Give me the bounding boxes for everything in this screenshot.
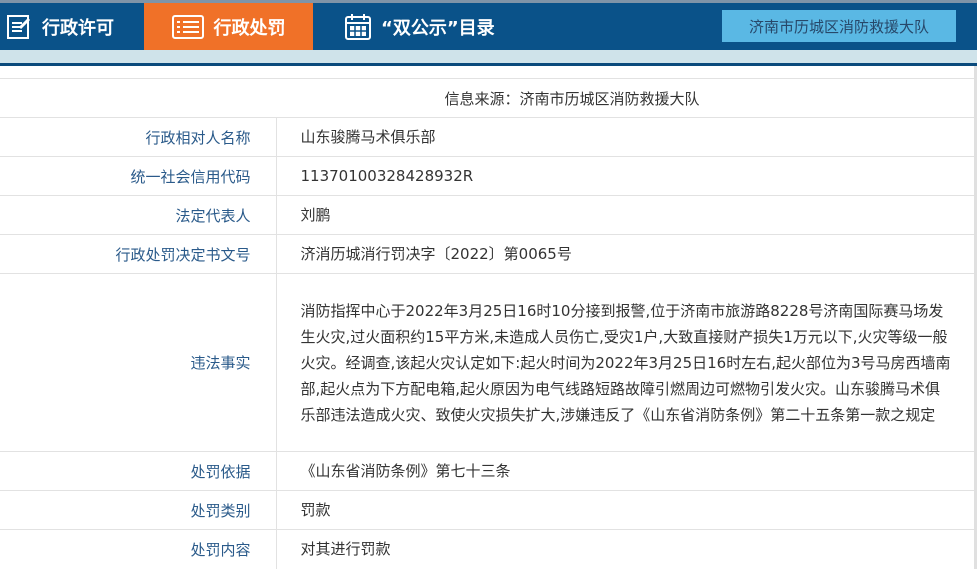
field-label: 法定代表人 [0,195,277,235]
table-row: 法定代表人 刘鹏 [0,195,974,235]
penalty-detail-table: 信息来源：济南市历城区消防救援大队 行政相对人名称 山东骏腾马术俱乐部 统一社会信… [0,78,974,569]
field-value: 《山东省消防条例》第七十三条 [276,451,974,491]
tab-label: 行政处罚 [213,17,286,39]
tab-label: “双公示”目录 [381,17,495,39]
tab-label: 行政许可 [42,17,114,39]
table-row: 行政相对人名称 山东骏腾马术俱乐部 [0,117,974,157]
calendar-icon [345,13,371,40]
field-label: 处罚依据 [0,451,277,491]
field-label: 处罚类别 [0,490,277,530]
field-value: 山东骏腾马术俱乐部 [276,117,974,157]
list-icon [171,14,204,39]
table-row: 处罚内容 对其进行罚款 [0,529,974,569]
tab-administrative-penalty[interactable]: 行政处罚 [144,3,313,50]
field-value: 罚款 [276,490,974,530]
table-row: 违法事实 消防指挥中心于2022年3月25日16时10分接到报警,位于济南市旅游路… [0,273,974,452]
table-row: 统一社会信用代码 11370100328428932R [0,156,974,196]
table-row: 处罚依据 《山东省消防条例》第七十三条 [0,451,974,491]
field-label: 行政相对人名称 [0,117,277,157]
field-label: 处罚内容 [0,529,277,569]
table-row: 处罚类别 罚款 [0,490,974,530]
source-row: 信息来源：济南市历城区消防救援大队 [0,78,974,118]
field-label: 违法事实 [0,273,277,452]
field-value: 消防指挥中心于2022年3月25日16时10分接到报警,位于济南市旅游路8228… [276,273,974,452]
info-source: 信息来源：济南市历城区消防救援大队 [0,78,974,118]
field-value: 济消历城消行罚决字〔2022〕第0065号 [276,234,974,274]
field-label: 统一社会信用代码 [0,156,277,196]
unit-name-badge[interactable]: 济南市历城区消防救援大队 [722,10,956,42]
tab-double-publicity-catalog[interactable]: “双公示”目录 [345,3,545,50]
field-value: 对其进行罚款 [276,529,974,569]
table-row: 行政处罚决定书文号 济消历城消行罚决字〔2022〕第0065号 [0,234,974,274]
nav-bar: 行政许可 行政处罚 “双公示”目录 济南市历城区消防救援大队 [0,3,977,50]
field-value: 11370100328428932R [276,156,974,196]
field-value: 刘鹏 [276,195,974,235]
header-strip [0,50,977,63]
tab-administrative-license[interactable]: 行政许可 [0,3,144,50]
field-label: 行政处罚决定书文号 [0,234,277,274]
divider [0,63,977,66]
edit-icon [7,14,31,39]
